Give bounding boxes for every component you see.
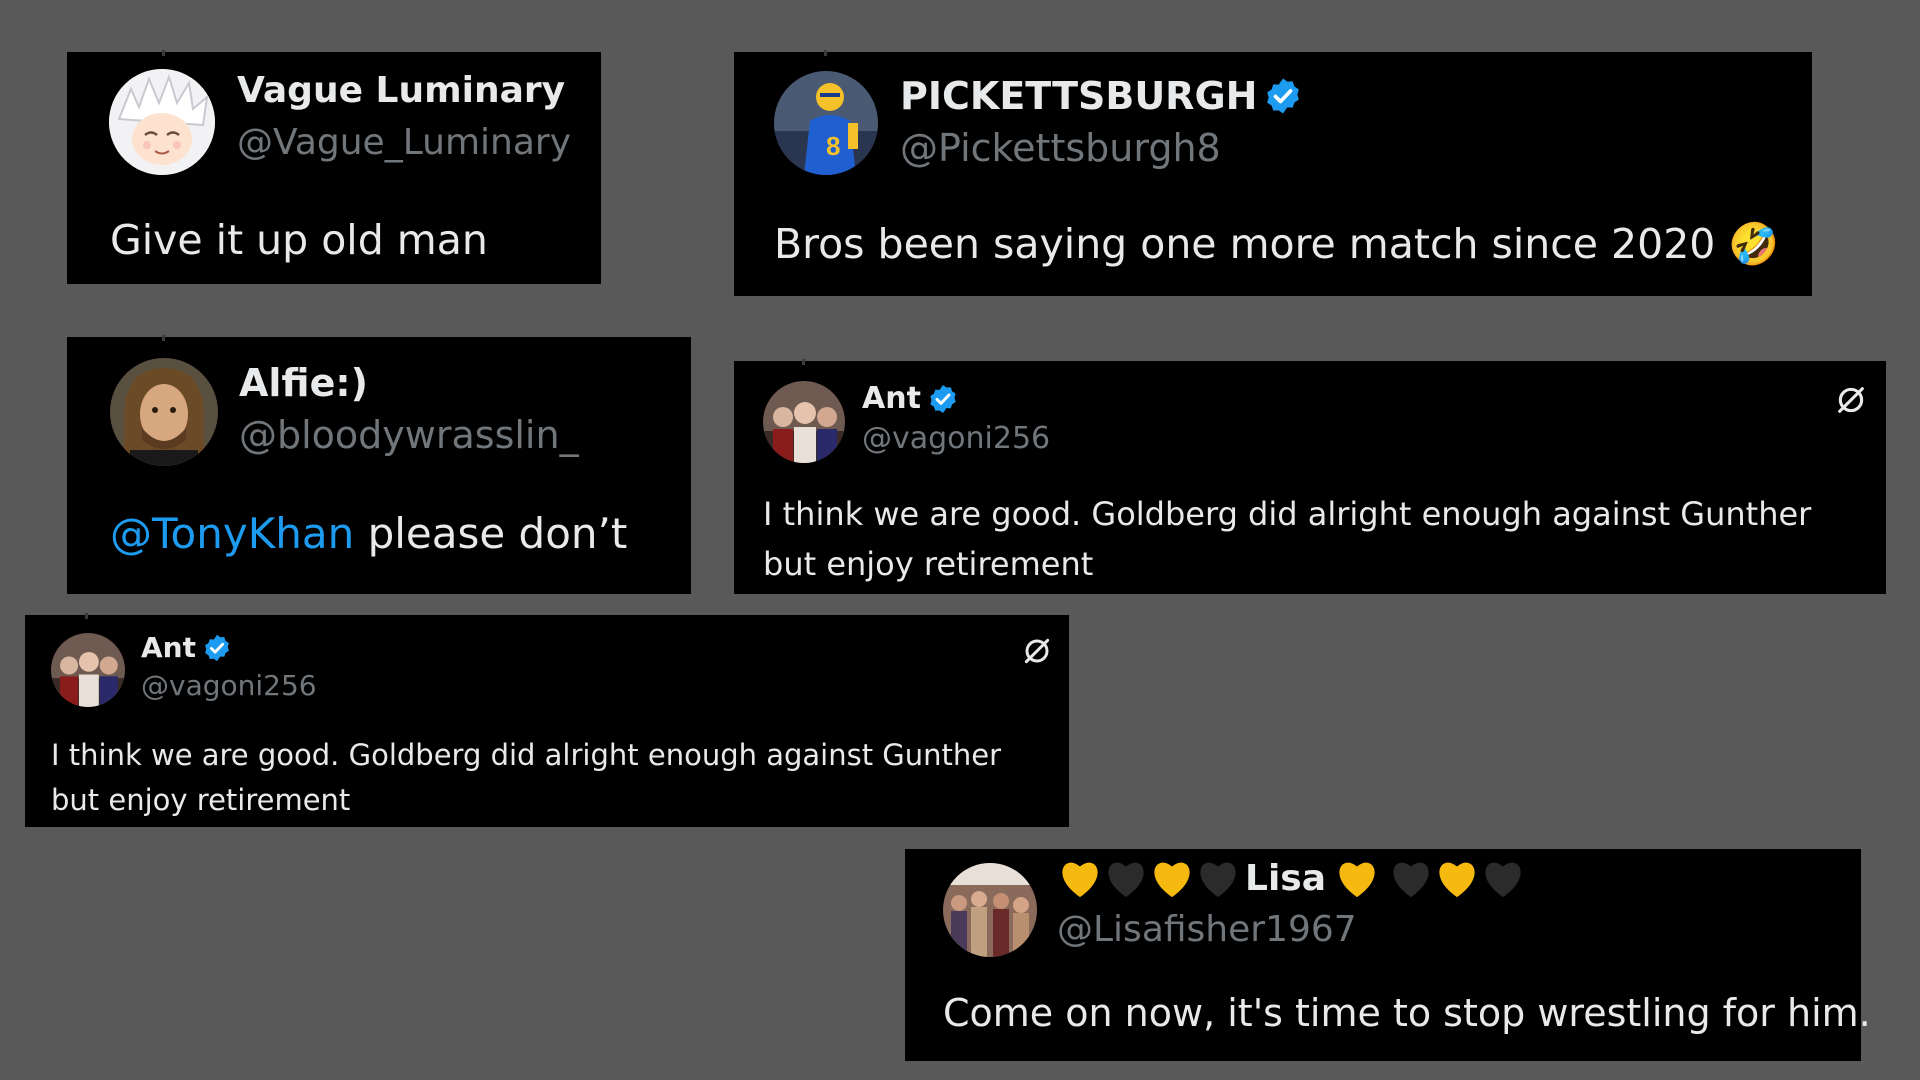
- tweet-text: Give it up old man: [110, 216, 488, 264]
- man-photo-avatar-icon: [110, 358, 218, 466]
- tweet-card-alfie[interactable]: Alfie:) @bloodywrasslin_ @TonyKhan pleas…: [67, 335, 691, 594]
- display-name-text: Ant: [141, 631, 196, 664]
- thread-connector: [162, 335, 165, 341]
- avatar[interactable]: 8: [774, 71, 878, 175]
- grok-icon[interactable]: [1021, 635, 1053, 667]
- hearts-suffix: [1334, 857, 1526, 899]
- wrestlers-photo-avatar-icon: [943, 863, 1037, 957]
- yellow-heart-icon: [1439, 862, 1475, 898]
- yellow-heart-icon: [1339, 862, 1375, 898]
- avatar[interactable]: [109, 69, 215, 175]
- handle[interactable]: @bloodywrasslin_: [239, 413, 579, 457]
- display-name[interactable]: Ant: [141, 631, 232, 664]
- tweet-card-pickettsburgh[interactable]: 8 PICKETTSBURGH @Pickettsburgh8 Bros bee…: [734, 50, 1812, 296]
- black-heart-icon: [1393, 862, 1429, 898]
- handle[interactable]: @vagoni256: [141, 669, 317, 702]
- tweet-text: Come on now, it's time to stop wrestling…: [943, 991, 1871, 1035]
- display-name[interactable]: PICKETTSBURGH: [900, 74, 1303, 118]
- black-heart-icon: [1485, 862, 1521, 898]
- tweet-card-ant-small[interactable]: Ant @vagoni256 I think we are good. Gold…: [25, 613, 1069, 827]
- group-photo-avatar-icon: [51, 633, 125, 707]
- tweet-text: I think we are good. Goldberg did alrigh…: [51, 738, 1002, 817]
- tweet-text-content: Bros been saying one more match since 20…: [774, 220, 1780, 268]
- tweet-text: Bros been saying one more match since 20…: [774, 220, 1779, 269]
- display-name-text: PICKETTSBURGH: [900, 74, 1258, 118]
- black-heart-icon: [1200, 862, 1236, 898]
- tweet-card-vague-luminary[interactable]: Vague Luminary @Vague_Luminary Give it u…: [67, 50, 601, 284]
- verified-badge-icon: [930, 384, 956, 413]
- yellow-heart-icon: [1062, 862, 1098, 898]
- display-name[interactable]: Vague Luminary: [237, 70, 565, 111]
- grok-icon[interactable]: [1834, 383, 1868, 417]
- display-name[interactable]: Ant: [862, 381, 959, 416]
- handle[interactable]: @vagoni256: [862, 421, 1050, 456]
- football-player-avatar-icon: 8: [774, 71, 878, 175]
- handle[interactable]: @Lisafisher1967: [1057, 909, 1357, 950]
- svg-text:8: 8: [826, 131, 840, 161]
- tweet-card-ant[interactable]: Ant @vagoni256 I think we are good. Gold…: [734, 359, 1886, 594]
- handle[interactable]: @Vague_Luminary: [237, 122, 571, 163]
- display-name-text: Ant: [862, 381, 921, 416]
- display-name[interactable]: Alfie:): [239, 361, 368, 405]
- thread-connector: [824, 50, 827, 56]
- avatar[interactable]: [51, 633, 125, 707]
- avatar[interactable]: [763, 381, 845, 463]
- avatar[interactable]: [943, 863, 1037, 957]
- display-name-text: Lisa: [1245, 857, 1326, 899]
- tweet-text: I think we are good. Goldberg did alrigh…: [763, 495, 1812, 583]
- verified-badge-icon: [205, 634, 229, 661]
- tweet-text-content: please don’t: [354, 509, 628, 558]
- avatar[interactable]: [110, 358, 218, 466]
- black-heart-icon: [1108, 862, 1144, 898]
- yellow-heart-icon: [1154, 862, 1190, 898]
- hearts-prefix: [1057, 857, 1241, 899]
- thread-connector: [162, 50, 165, 56]
- tweet-text: @TonyKhan please don’t: [110, 509, 627, 558]
- thread-connector: [85, 613, 88, 619]
- tweet-card-lisa[interactable]: Lisa @Lisafisher1967 Come on now, it's t…: [905, 849, 1871, 1061]
- mention-link[interactable]: @TonyKhan: [110, 509, 354, 558]
- display-name[interactable]: Lisa: [1057, 857, 1526, 899]
- anime-avatar-icon: [109, 69, 215, 175]
- thread-connector: [802, 359, 805, 365]
- group-photo-avatar-icon: [763, 381, 845, 463]
- handle[interactable]: @Pickettsburgh8: [900, 126, 1221, 170]
- verified-badge-icon: [1267, 78, 1300, 114]
